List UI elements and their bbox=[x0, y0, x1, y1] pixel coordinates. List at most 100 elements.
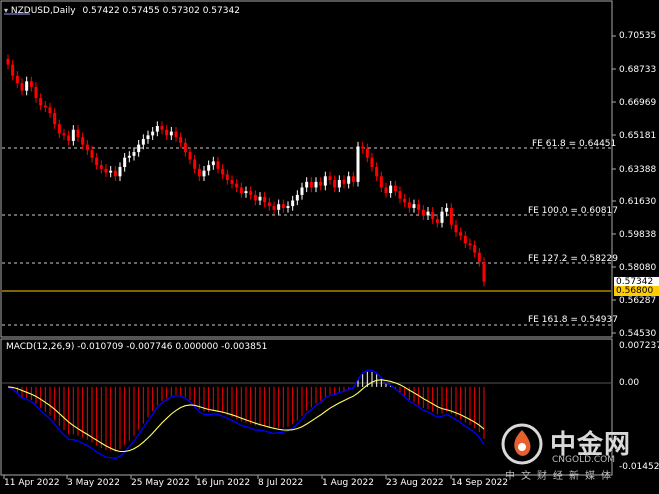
candle-body bbox=[113, 170, 117, 177]
price-label: 0.56287 bbox=[619, 296, 657, 306]
candle-body bbox=[281, 204, 285, 208]
candle-body bbox=[365, 148, 369, 158]
candle-body bbox=[81, 137, 85, 145]
candle-body bbox=[123, 157, 127, 167]
watermark-domain: CNGOLD.COM bbox=[552, 455, 616, 465]
candle-body bbox=[351, 176, 355, 182]
chart-window[interactable]: ▾ NZDUSD,Daily 0.57422 0.57455 0.57302 0… bbox=[0, 0, 659, 494]
candle-body bbox=[20, 83, 24, 91]
candle-body bbox=[440, 211, 444, 223]
candle-body bbox=[342, 180, 346, 184]
candle-body bbox=[449, 207, 453, 225]
price-label: 0.70535 bbox=[619, 31, 657, 41]
chart-header: ▾ NZDUSD,Daily 0.57422 0.57455 0.57302 0… bbox=[4, 5, 240, 17]
candle-body bbox=[305, 181, 309, 188]
line-price-tag: 0.56800 bbox=[614, 286, 659, 296]
candle-body bbox=[370, 157, 374, 167]
candle-body bbox=[412, 204, 416, 208]
date-label: 11 Apr 2022 bbox=[4, 478, 60, 488]
candle-body bbox=[361, 146, 365, 149]
date-label: 1 Aug 2022 bbox=[322, 478, 374, 488]
candle-body bbox=[62, 133, 66, 136]
candle-body bbox=[445, 207, 449, 212]
candle-body bbox=[85, 144, 89, 151]
candle-body bbox=[165, 129, 169, 136]
candle-body bbox=[407, 202, 411, 208]
candle-body bbox=[197, 168, 201, 177]
candle-body bbox=[356, 146, 360, 182]
candle-body bbox=[48, 107, 52, 113]
macd-axis-label: 0.007237 bbox=[619, 341, 659, 351]
candle-body bbox=[435, 219, 439, 223]
candle-body bbox=[403, 198, 407, 203]
candle-body bbox=[67, 135, 71, 141]
candle-body bbox=[272, 206, 276, 210]
axis-ticks bbox=[3, 35, 616, 479]
candle-body bbox=[253, 194, 257, 201]
macd-label: MACD(12,26,9) -0.010709 -0.007746 0.0000… bbox=[6, 342, 268, 352]
date-label: 25 May 2022 bbox=[131, 478, 190, 488]
candle-body bbox=[151, 131, 155, 136]
candle-body bbox=[90, 150, 94, 158]
candle-body bbox=[202, 170, 206, 177]
price-label: 0.61630 bbox=[619, 197, 657, 207]
candle-body bbox=[211, 161, 215, 166]
candle-body bbox=[57, 124, 61, 134]
candle-body bbox=[300, 187, 304, 195]
candle-body bbox=[239, 187, 243, 194]
candle-body bbox=[109, 170, 113, 173]
candle-body bbox=[11, 64, 15, 76]
macd-histogram bbox=[12, 371, 485, 452]
candle-body bbox=[193, 159, 197, 169]
fe-label-100: FE 100.0 = 0.60817 bbox=[528, 206, 618, 216]
candle-body bbox=[319, 181, 323, 186]
candle-body bbox=[25, 81, 29, 91]
candle-body bbox=[15, 75, 19, 84]
candle-body bbox=[328, 176, 332, 181]
candles-group bbox=[6, 54, 486, 287]
fe-label-61-8: FE 61.8 = 0.64451 bbox=[532, 139, 617, 149]
candle-body bbox=[454, 224, 458, 233]
price-label: 0.63388 bbox=[619, 165, 657, 175]
symbol-label: NZDUSD,Daily bbox=[10, 6, 76, 16]
candle-body bbox=[183, 142, 187, 153]
macd-axis-label: 0.00 bbox=[619, 378, 640, 388]
candle-body bbox=[291, 200, 295, 207]
candle-body bbox=[230, 180, 234, 184]
candle-body bbox=[393, 185, 397, 192]
fe-label-127-2: FE 127.2 = 0.58229 bbox=[528, 254, 618, 264]
candle-body bbox=[384, 187, 388, 194]
price-label: 0.59838 bbox=[619, 230, 657, 240]
candle-body bbox=[463, 235, 467, 244]
candle-body bbox=[389, 185, 393, 194]
candle-body bbox=[398, 191, 402, 199]
date-label: 3 May 2022 bbox=[67, 478, 120, 488]
candle-body bbox=[417, 204, 421, 210]
candle-body bbox=[379, 176, 383, 188]
price-pane-border bbox=[0, 0, 613, 338]
candle-body bbox=[39, 98, 43, 106]
candle-body bbox=[235, 183, 239, 188]
candle-body bbox=[127, 155, 131, 158]
price-label: 0.66969 bbox=[619, 98, 657, 108]
candle-body bbox=[459, 232, 463, 236]
candle-body bbox=[132, 152, 136, 156]
candle-body bbox=[216, 161, 220, 169]
candle-body bbox=[468, 243, 472, 246]
candle-body bbox=[295, 194, 299, 201]
collapse-icon[interactable]: ▾ bbox=[4, 6, 8, 15]
date-label: 23 Aug 2022 bbox=[386, 478, 444, 488]
watermark: 中金网 CNGOLD.COM 中文财经新媒体 bbox=[500, 420, 659, 482]
candle-body bbox=[267, 202, 271, 207]
candle-body bbox=[104, 168, 108, 173]
candle-body bbox=[249, 191, 253, 195]
cngold-logo-icon bbox=[501, 423, 543, 465]
price-label: 0.54530 bbox=[619, 329, 657, 339]
date-label: 14 Sep 2022 bbox=[451, 478, 509, 488]
candle-body bbox=[333, 180, 337, 188]
price-label: 0.58080 bbox=[619, 263, 657, 273]
candle-body bbox=[71, 129, 75, 141]
candle-body bbox=[309, 181, 313, 188]
candle-body bbox=[426, 211, 430, 216]
candle-body bbox=[473, 245, 477, 253]
